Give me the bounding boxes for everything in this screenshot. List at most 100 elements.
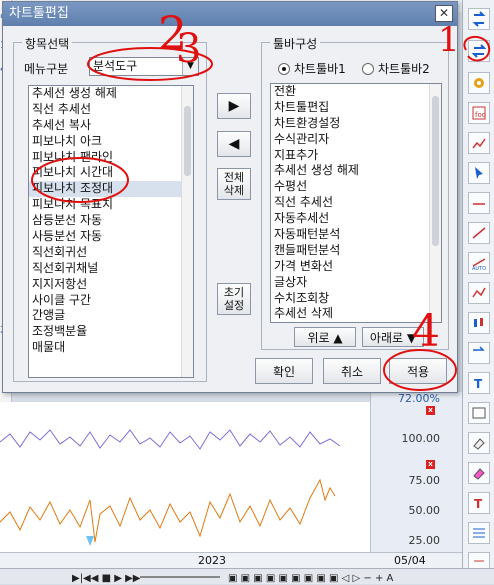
scale-label-percent: 72.00% — [398, 392, 440, 405]
price-change-icon[interactable] — [468, 342, 490, 364]
toolbar-list-entry[interactable]: 수식관리자 — [271, 132, 441, 148]
value-query-icon[interactable] — [468, 402, 490, 424]
move-up-button[interactable]: 위로 ▲ — [294, 327, 356, 347]
toolbar1-radio[interactable]: 차트툴바1 — [278, 60, 346, 77]
pane-close-icon[interactable]: x — [426, 406, 435, 415]
item-list-entry[interactable]: 삼등분선 자동 — [29, 213, 193, 229]
toolbar-list-entry[interactable]: 지표추가 — [271, 148, 441, 164]
navigation-controls-icon[interactable]: ▶|◀◀ ■ ▶ ▶▶ ▣ ▣ ▣ ▣ ▣ ▣ ▣ ▣ ▣ ◁ ▷ − + A — [0, 569, 494, 585]
apply-button[interactable]: 적용 — [389, 358, 447, 384]
item-list-entry[interactable]: 조정백분율 — [29, 324, 193, 340]
chevron-down-icon[interactable]: ▼ — [182, 58, 198, 75]
toolbar-list-entry[interactable]: 차트환경설정 — [271, 116, 441, 132]
convert-icon[interactable] — [468, 8, 490, 30]
scale-label-100: 100.00 — [401, 432, 441, 445]
remove-item-button[interactable]: ◀ — [217, 131, 251, 157]
item-list-entry[interactable]: 매물대 — [29, 340, 193, 356]
item-list-entry[interactable]: 피보나치 조정대 — [29, 181, 193, 198]
toolbar2-radio[interactable]: 차트툴바2 — [362, 60, 430, 77]
horizontal-line-icon[interactable] — [468, 192, 490, 214]
svg-text:▣ ▣ ▣ ▣ ▣ ▣ ▣ ▣ ▣ ◁ ▷ − + A: ▣ ▣ ▣ ▣ ▣ ▣ ▣ ▣ ▣ ◁ ▷ − + A — [228, 573, 393, 584]
item-selection-label: 항목선택 — [22, 35, 73, 52]
toolbar2-radio-label: 차트툴바2 — [378, 62, 430, 76]
item-list-entry[interactable]: 추세선 생성 해제 — [29, 86, 193, 102]
settings-gear-icon[interactable] — [468, 72, 490, 94]
toolbar-list-scroll-thumb[interactable] — [432, 96, 439, 246]
toolbar-item-list[interactable]: 전환 차트툴편집 차트환경설정 수식관리자 지표추가 추세선 생성 해제 수평선 직선 추세선… — [270, 83, 442, 323]
toolbar-list-entry[interactable]: 직선 추세선 — [271, 195, 441, 211]
candle-pattern-icon[interactable] — [468, 312, 490, 334]
delete-all-lines-icon[interactable] — [468, 462, 490, 484]
chart-toolbar: foo AUTO T T — [462, 0, 494, 584]
date-label-end: 05/04 — [394, 554, 426, 567]
item-list-entry[interactable]: 피보나치 목표치 — [29, 197, 193, 213]
radio-selected-icon — [278, 62, 290, 75]
pane-close-icon-2[interactable]: x — [426, 460, 435, 469]
item-list-entry[interactable]: 직선 추세선 — [29, 102, 193, 118]
item-list-entry[interactable]: 사등분선 자동 — [29, 229, 193, 245]
reset-button[interactable]: 초기 설정 — [217, 283, 251, 315]
dialog-close-button[interactable]: ✕ — [435, 5, 453, 22]
toolbar-config-group: 툴바구성 차트툴바1 차트툴바2 전환 차트툴편집 차트환경설정 수식관리자 지표추가 추… — [261, 35, 449, 350]
ok-button[interactable]: 확인 — [255, 358, 313, 384]
toolbar-list-entry[interactable]: 차트툴편집 — [271, 100, 441, 116]
item-list-scroll-thumb[interactable] — [184, 106, 191, 176]
item-list-entry[interactable]: 피보나치 팬라인 — [29, 150, 193, 166]
item-list-entry[interactable]: 직선회귀선 — [29, 245, 193, 261]
dialog-titlebar: 차트툴편집 ✕ — [3, 2, 457, 26]
cursor-icon[interactable] — [468, 162, 490, 184]
scale-label-75: 75.00 — [408, 474, 441, 487]
indicator-add-icon[interactable] — [468, 132, 490, 154]
menu-category-select[interactable]: 분석도구 ▼ — [89, 57, 199, 76]
move-down-button[interactable]: 아래로 ▼ — [362, 327, 424, 347]
item-list-entry[interactable]: 간앵글 — [29, 308, 193, 324]
svg-text:T: T — [474, 497, 483, 511]
toolbar-list-scrollbar[interactable] — [429, 84, 441, 322]
item-list-entry[interactable]: 지지저항선 — [29, 277, 193, 293]
layout-icon[interactable] — [468, 522, 490, 544]
svg-text:foo: foo — [475, 111, 486, 119]
item-list[interactable]: 추세선 생성 해제 직선 추세선 추세선 복사 피보나치 아크 피보나치 팬라인 피보나치… — [28, 85, 194, 378]
scale-label-25: 25.00 — [408, 534, 441, 547]
scale-label-50: 50.00 — [408, 504, 441, 517]
chart-navigation-bar: ▶|◀◀ ■ ▶ ▶▶ ▣ ▣ ▣ ▣ ▣ ▣ ▣ ▣ ▣ ◁ ▷ − + A — [0, 568, 494, 584]
chart-price-scale: 72.00% 100.00 75.00 50.00 25.00 — [370, 392, 462, 552]
text-box-icon[interactable]: T — [468, 372, 490, 394]
date-label-year: 2023 — [198, 554, 226, 567]
item-list-entry[interactable]: 직선회귀채널 — [29, 261, 193, 277]
auto-trendline-icon[interactable]: AUTO — [468, 252, 490, 274]
delete-all-button[interactable]: 전체 삭제 — [217, 168, 251, 200]
item-list-entry[interactable]: 사이클 구간 — [29, 293, 193, 309]
item-list-entry[interactable]: 피보나치 시간대 — [29, 165, 193, 181]
toolbar-list-entry[interactable]: 전환 — [271, 84, 441, 100]
trendline-icon[interactable] — [468, 222, 490, 244]
date-axis: 2023 05/04 — [0, 552, 462, 568]
toolbar1-radio-label: 차트툴바1 — [294, 62, 346, 76]
dialog-title: 차트툴편집 — [9, 6, 69, 21]
chart-tool-edit-dialog: 차트툴편집 ✕ 항목선택 메뉴구분 분석도구 ▼ 추세선 생성 해제 직선 추세선… — [2, 1, 458, 393]
toolbar-list-entry[interactable]: 글상자 — [271, 275, 441, 291]
chart-tool-edit-icon[interactable] — [468, 40, 490, 62]
add-item-button[interactable]: ▶ — [217, 93, 251, 119]
menu-category-value: 분석도구 — [93, 59, 138, 73]
toolbar-list-entry[interactable]: 가격 변화선 — [271, 259, 441, 275]
item-list-scrollbar[interactable] — [181, 86, 193, 377]
item-list-entry[interactable]: 피보나치 아크 — [29, 134, 193, 150]
pattern-icon[interactable] — [468, 282, 490, 304]
oscillator-lines — [0, 429, 341, 546]
menu-category-label: 메뉴구분 — [24, 62, 69, 76]
svg-text:AUTO: AUTO — [472, 266, 486, 271]
toolbar-list-entry[interactable]: 추세선 생성 해제 — [271, 163, 441, 179]
toolbar-list-entry[interactable]: 캔들패턴분석 — [271, 243, 441, 259]
item-list-entry[interactable]: 추세선 복사 — [29, 118, 193, 134]
toolbar-list-entry[interactable]: 수평선 — [271, 179, 441, 195]
cancel-button[interactable]: 취소 — [323, 358, 381, 384]
toolbar-list-entry[interactable]: 추세선 삭제 — [271, 306, 441, 322]
toolbar-list-entry[interactable]: 자동추세선 — [271, 211, 441, 227]
text-tool-icon[interactable]: T — [468, 492, 490, 514]
svg-text:▶|◀◀ ■ ▶ ▶▶: ▶|◀◀ ■ ▶ ▶▶ — [72, 573, 141, 584]
formula-icon[interactable]: foo — [468, 102, 490, 124]
toolbar-list-entry[interactable]: 자동패턴분석 — [271, 227, 441, 243]
eraser-icon[interactable] — [468, 432, 490, 454]
toolbar-list-entry[interactable]: 수치조회창 — [271, 291, 441, 307]
